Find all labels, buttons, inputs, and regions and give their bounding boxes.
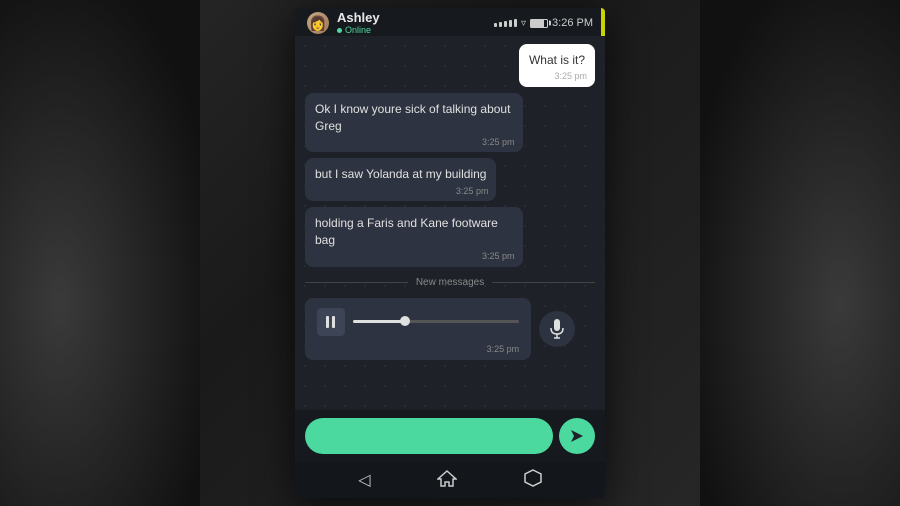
mic-button[interactable] bbox=[539, 311, 575, 347]
audio-thumb bbox=[400, 316, 410, 326]
message-time: 3:25 pm bbox=[482, 250, 515, 263]
contact-name: Ashley bbox=[337, 11, 380, 25]
audio-bubble: 3:25 pm bbox=[305, 298, 531, 360]
online-dot bbox=[337, 28, 342, 33]
divider-line-right bbox=[492, 282, 595, 283]
audio-slider[interactable] bbox=[353, 320, 519, 324]
chat-area: What is it? 3:25 pm Ok I know youre sick… bbox=[295, 36, 605, 410]
message-time: 3:25 pm bbox=[482, 136, 515, 149]
mic-icon bbox=[549, 319, 565, 339]
battery-icon bbox=[530, 19, 548, 28]
audio-time: 3:25 pm bbox=[487, 344, 520, 354]
phone-frame: 👩 Ashley Online ▿ 3:26 PM bbox=[295, 8, 605, 498]
audio-track bbox=[353, 320, 519, 323]
message-time: 3:25 pm bbox=[554, 70, 587, 83]
message-bubble-received-2: but I saw Yolanda at my building 3:25 pm bbox=[305, 158, 496, 201]
new-messages-divider: New messages bbox=[305, 277, 595, 288]
time-display: 3:26 PM bbox=[552, 17, 593, 29]
recent-apps-button[interactable] bbox=[524, 469, 542, 492]
contact-status: Online bbox=[337, 25, 380, 35]
send-icon bbox=[569, 428, 585, 444]
message-time: 3:25 pm bbox=[456, 185, 489, 198]
send-button[interactable] bbox=[559, 418, 595, 454]
status-icons: ▿ 3:26 PM bbox=[494, 17, 593, 29]
contact-info: Ashley Online bbox=[337, 11, 380, 35]
message-text: What is it? bbox=[529, 53, 585, 67]
home-button[interactable] bbox=[437, 469, 457, 492]
pause-button[interactable] bbox=[317, 308, 345, 336]
accent-bar bbox=[601, 8, 605, 36]
status-bar: 👩 Ashley Online ▿ 3:26 PM bbox=[295, 8, 605, 36]
message-text: Ok I know youre sick of talking about Gr… bbox=[315, 102, 510, 133]
message-input[interactable] bbox=[305, 418, 553, 454]
divider-label: New messages bbox=[416, 277, 484, 288]
message-bubble-sent: What is it? 3:25 pm bbox=[519, 44, 595, 87]
message-bubble-received-1: Ok I know youre sick of talking about Gr… bbox=[305, 93, 523, 153]
back-button[interactable]: ◁ bbox=[358, 470, 370, 490]
bg-right-blur bbox=[700, 0, 900, 506]
signal-icon bbox=[494, 19, 517, 27]
input-area bbox=[295, 410, 605, 462]
wifi-icon: ▿ bbox=[521, 18, 526, 29]
audio-progress bbox=[353, 320, 403, 323]
avatar: 👩 bbox=[307, 12, 329, 34]
bottom-nav: ◁ bbox=[295, 462, 605, 498]
pause-icon bbox=[326, 316, 336, 328]
audio-message-row: 3:25 pm bbox=[305, 298, 595, 360]
message-text: but I saw Yolanda at my building bbox=[315, 167, 486, 181]
divider-line-left bbox=[305, 282, 408, 283]
bg-left-blur bbox=[0, 0, 200, 506]
message-bubble-received-3: holding a Faris and Kane footware bag 3:… bbox=[305, 207, 523, 267]
message-text: holding a Faris and Kane footware bag bbox=[315, 216, 498, 247]
contact-header: 👩 Ashley Online bbox=[307, 11, 380, 35]
